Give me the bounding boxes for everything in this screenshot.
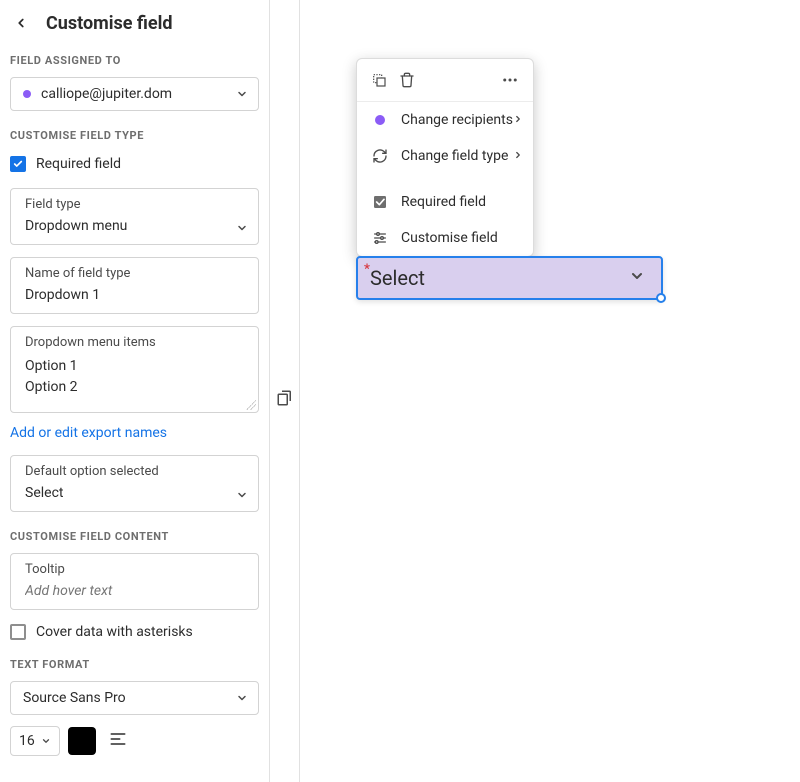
more-icon[interactable] bbox=[497, 67, 523, 93]
items-textarea[interactable]: Option 1 Option 2 bbox=[25, 356, 248, 398]
menu-item-required[interactable]: Required field bbox=[357, 184, 533, 220]
customise-field-panel: Customise field FIELD ASSIGNED TO callio… bbox=[0, 0, 270, 782]
recipient-dot-icon bbox=[371, 115, 389, 125]
field-type-value: Dropdown menu bbox=[25, 218, 248, 234]
cover-data-row: Cover data with asterisks bbox=[10, 624, 259, 640]
duplicate-icon[interactable] bbox=[367, 68, 391, 92]
checkbox-checked-icon bbox=[371, 194, 389, 210]
chevron-down-icon bbox=[236, 489, 248, 501]
font-family-select[interactable]: Source Sans Pro bbox=[10, 681, 259, 715]
field-type-select[interactable]: Field type Dropdown menu bbox=[10, 188, 259, 245]
section-label-format: TEXT FORMAT bbox=[10, 658, 259, 671]
section-label-assigned: FIELD ASSIGNED TO bbox=[10, 54, 259, 67]
field-type-label: Field type bbox=[25, 197, 248, 212]
default-value: Select bbox=[25, 485, 248, 501]
menu-label: Required field bbox=[401, 194, 486, 210]
default-option-select[interactable]: Default option selected Select bbox=[10, 455, 259, 512]
name-of-field-input[interactable]: Name of field type Dropdown 1 bbox=[10, 257, 259, 314]
name-label: Name of field type bbox=[25, 266, 248, 281]
text-format-row: 16 bbox=[10, 725, 259, 757]
popover-toolbar bbox=[357, 59, 533, 102]
panel-header: Customise field bbox=[10, 12, 259, 34]
form-field-dropdown-preview[interactable]: * Select bbox=[356, 256, 663, 300]
back-button[interactable] bbox=[10, 12, 32, 34]
assigned-to-select[interactable]: calliope@jupiter.dom bbox=[10, 77, 259, 111]
page-gutter bbox=[270, 0, 300, 782]
font-size-value: 16 bbox=[19, 733, 35, 749]
refresh-icon bbox=[371, 148, 389, 164]
chevron-down-icon bbox=[629, 268, 645, 288]
tooltip-label: Tooltip bbox=[25, 562, 248, 577]
text-align-button[interactable] bbox=[104, 725, 132, 757]
menu-label: Change field type bbox=[401, 148, 508, 164]
font-value: Source Sans Pro bbox=[23, 690, 126, 706]
name-value: Dropdown 1 bbox=[25, 287, 248, 303]
sliders-icon bbox=[371, 230, 389, 246]
chevron-down-icon bbox=[236, 222, 248, 234]
menu-label: Customise field bbox=[401, 230, 498, 246]
menu-item-change-type[interactable]: Change field type bbox=[357, 138, 533, 174]
field-context-popover: Change recipients Change field type Requ… bbox=[356, 58, 534, 257]
required-label: Required field bbox=[36, 156, 121, 172]
recipient-dot-icon bbox=[23, 90, 31, 98]
pages-icon[interactable] bbox=[272, 14, 298, 782]
cover-label: Cover data with asterisks bbox=[36, 624, 193, 640]
export-names-link[interactable]: Add or edit export names bbox=[10, 425, 167, 441]
font-color-swatch[interactable] bbox=[68, 727, 96, 755]
dropdown-items-textarea[interactable]: Dropdown menu items Option 1 Option 2 bbox=[10, 326, 259, 413]
assigned-to-value: calliope@jupiter.dom bbox=[41, 86, 172, 102]
section-label-type: CUSTOMISE FIELD TYPE bbox=[10, 129, 259, 142]
panel-title: Customise field bbox=[46, 13, 173, 34]
default-label: Default option selected bbox=[25, 464, 248, 479]
menu-item-customise[interactable]: Customise field bbox=[357, 220, 533, 256]
cover-checkbox[interactable] bbox=[10, 624, 26, 640]
resize-handle[interactable] bbox=[246, 400, 256, 410]
required-field-row: Required field bbox=[10, 156, 259, 172]
delete-icon[interactable] bbox=[395, 68, 419, 92]
chevron-right-icon bbox=[513, 112, 523, 128]
font-size-select[interactable]: 16 bbox=[10, 726, 60, 756]
menu-item-change-recipients[interactable]: Change recipients bbox=[357, 102, 533, 138]
chevron-down-icon bbox=[236, 692, 248, 704]
preview-placeholder: Select bbox=[370, 266, 425, 290]
chevron-down-icon bbox=[236, 88, 248, 100]
required-asterisk: * bbox=[364, 262, 370, 277]
tooltip-input[interactable]: Tooltip bbox=[10, 553, 259, 610]
items-label: Dropdown menu items bbox=[25, 335, 248, 350]
required-checkbox[interactable] bbox=[10, 156, 26, 172]
menu-label: Change recipients bbox=[401, 112, 513, 128]
section-label-content: CUSTOMISE FIELD CONTENT bbox=[10, 530, 259, 543]
resize-handle[interactable] bbox=[656, 293, 666, 303]
tooltip-field[interactable] bbox=[25, 583, 248, 599]
chevron-right-icon bbox=[513, 148, 523, 164]
document-canvas[interactable]: Change recipients Change field type Requ… bbox=[300, 0, 800, 782]
